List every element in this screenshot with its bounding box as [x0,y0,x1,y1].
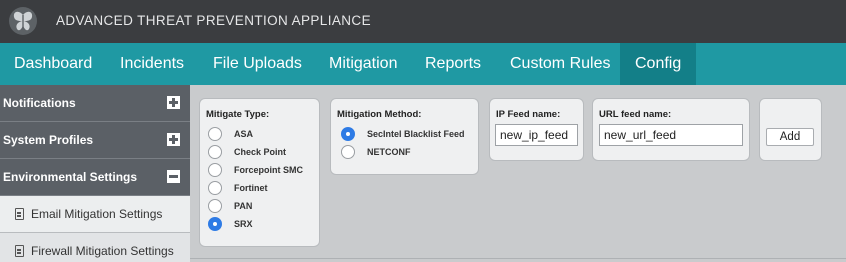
radio-forcepoint-smc[interactable] [208,163,222,177]
sidebar-item-label: System Profiles [3,133,94,147]
url-feed-title: URL feed name: [599,109,672,120]
sidebar-item-label: Email Mitigation Settings [31,207,163,221]
mitigate-type-panel: Mitigate Type: ASA Check Point Forcepoin… [199,98,320,247]
tab-mitigation[interactable]: Mitigation [315,43,411,85]
sidebar-item-label: Notifications [3,96,76,110]
radio-label: ASA [234,129,254,139]
radio-label: SecIntel Blacklist Feed [367,129,465,139]
tab-custom-rules[interactable]: Custom Rules [496,43,624,85]
radio-label: Check Point [234,147,287,157]
radio-fortinet[interactable] [208,181,222,195]
ip-feed-panel: IP Feed name: [489,98,584,161]
sidebar: Notifications System Profiles Environmen… [0,85,190,262]
radio-label: Fortinet [234,183,268,193]
tab-config[interactable]: Config [620,43,696,85]
radio-label: PAN [234,201,253,211]
plus-icon[interactable] [167,133,180,146]
app-header: ADVANCED THREAT PREVENTION APPLIANCE [0,0,846,43]
mitigate-type-option-fortinet[interactable]: Fortinet [208,180,268,196]
radio-netconf[interactable] [341,145,355,159]
tab-dashboard[interactable]: Dashboard [0,43,106,85]
tab-incidents[interactable]: Incidents [106,43,198,85]
tab-reports[interactable]: Reports [411,43,495,85]
tab-file-uploads[interactable]: File Uploads [199,43,316,85]
sidebar-item-environmental-settings[interactable]: Environmental Settings [0,159,190,196]
mitigation-method-option-secintel[interactable]: SecIntel Blacklist Feed [341,126,465,142]
radio-asa[interactable] [208,127,222,141]
plus-icon[interactable] [167,96,180,109]
sidebar-item-firewall-mitigation-settings[interactable]: Firewall Mitigation Settings [0,233,190,262]
mitigate-type-option-pan[interactable]: PAN [208,198,252,214]
butterfly-logo-icon [9,7,37,35]
mitigate-type-option-forcepoint-smc[interactable]: Forcepoint SMC [208,162,303,178]
mitigate-type-option-check-point[interactable]: Check Point [208,144,286,160]
radio-label: SRX [234,219,253,229]
radio-label: NETCONF [367,147,411,157]
mitigation-method-panel: Mitigation Method: SecIntel Blacklist Fe… [330,98,479,175]
content-bottom-divider [190,258,846,259]
mitigate-type-title: Mitigate Type: [206,109,270,120]
radio-secintel-blacklist-feed[interactable] [341,127,355,141]
url-feed-name-input[interactable] [599,124,743,146]
app-title: ADVANCED THREAT PREVENTION APPLIANCE [56,13,371,28]
mitigate-type-option-asa[interactable]: ASA [208,126,253,142]
main-nav: Dashboard Incidents File Uploads Mitigat… [0,43,846,85]
radio-label: Forcepoint SMC [234,165,303,175]
document-icon [15,245,24,257]
sidebar-item-label: Environmental Settings [3,170,138,184]
sidebar-item-label: Firewall Mitigation Settings [31,244,174,258]
add-button[interactable]: Add [766,128,814,146]
sidebar-item-system-profiles[interactable]: System Profiles [0,122,190,159]
radio-pan[interactable] [208,199,222,213]
document-icon [15,208,24,220]
mitigate-type-option-srx[interactable]: SRX [208,216,253,232]
radio-srx[interactable] [208,217,222,231]
radio-check-point[interactable] [208,145,222,159]
ip-feed-name-input[interactable] [495,124,578,146]
url-feed-panel: URL feed name: [592,98,750,161]
sidebar-item-notifications[interactable]: Notifications [0,85,190,122]
ip-feed-title: IP Feed name: [496,109,561,120]
mitigation-method-title: Mitigation Method: [337,109,422,120]
mitigation-method-option-netconf[interactable]: NETCONF [341,144,411,160]
sidebar-item-email-mitigation-settings[interactable]: Email Mitigation Settings [0,196,190,233]
minus-icon[interactable] [167,170,180,183]
